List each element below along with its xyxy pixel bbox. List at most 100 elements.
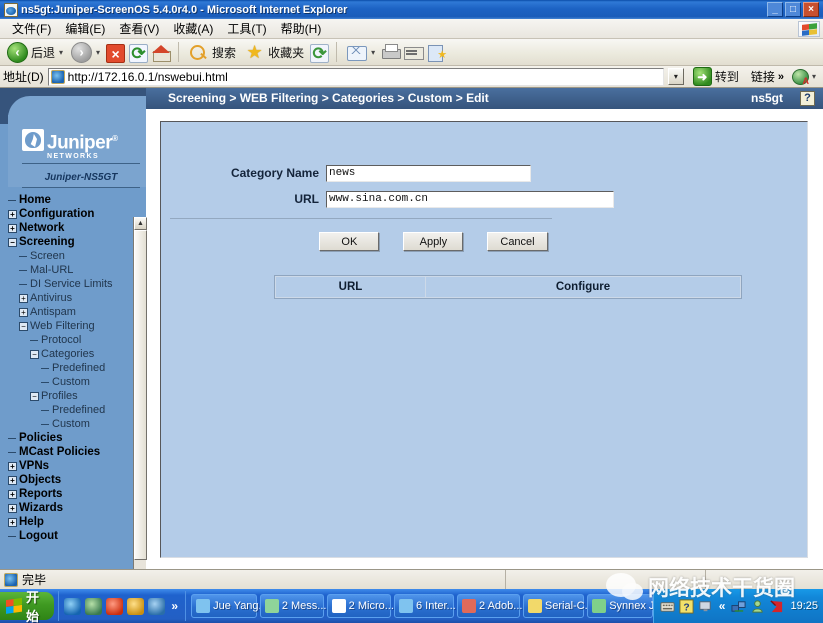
sidebar-item-wizards[interactable]: + Wizards <box>8 501 133 515</box>
tree-expand-icon[interactable]: + <box>8 475 17 485</box>
tray-antivirus-icon[interactable] <box>769 599 784 614</box>
minimize-button[interactable]: _ <box>767 2 783 17</box>
close-button[interactable]: × <box>803 2 819 17</box>
sidebar-item-predefined[interactable]: Predefined <box>8 403 133 417</box>
go-button[interactable]: ➜ 转到 <box>689 67 743 86</box>
forward-button[interactable]: › ▾ <box>68 41 103 64</box>
menu-item-favorites[interactable]: 收藏(A) <box>166 18 220 39</box>
sidebar-item-network[interactable]: + Network <box>8 221 133 235</box>
forward-dropdown-caret[interactable]: ▾ <box>96 48 100 57</box>
sidebar-item-configuration[interactable]: + Configuration <box>8 207 133 221</box>
quicklaunch-overflow-chevron[interactable]: » <box>169 599 180 613</box>
menu-item-file[interactable]: 文件(F) <box>5 18 58 39</box>
sidebar-item-screen[interactable]: Screen <box>8 249 133 263</box>
sidebar-item-categories[interactable]: − Categories <box>8 347 133 361</box>
mail-dropdown-caret[interactable]: ▾ <box>371 48 375 57</box>
menu-item-view[interactable]: 查看(V) <box>112 18 166 39</box>
sidebar-item-profiles[interactable]: − Profiles <box>8 389 133 403</box>
home-icon[interactable] <box>151 42 172 62</box>
tree-expand-icon[interactable]: + <box>19 307 28 317</box>
tray-network-icon[interactable] <box>731 599 746 614</box>
favorites-button[interactable]: 收藏夹 <box>241 41 307 64</box>
tray-keyboard-icon[interactable] <box>660 599 675 614</box>
url-input[interactable]: www.sina.com.cn <box>326 190 614 208</box>
sidebar-item-home[interactable]: Home <box>8 193 133 207</box>
tray-overflow-chevron[interactable]: « <box>717 599 728 613</box>
apply-button[interactable]: Apply <box>403 232 464 251</box>
taskbar-item[interactable]: 2 Mess...▾ <box>259 594 334 618</box>
history-icon[interactable] <box>309 42 330 63</box>
ok-button[interactable]: OK <box>319 232 380 251</box>
sidebar-item-logout[interactable]: Logout <box>8 529 133 543</box>
mail-button[interactable]: ▾ <box>343 41 378 64</box>
address-dropdown-button[interactable]: ▾ <box>667 68 684 85</box>
tray-clock[interactable]: 19:25 <box>790 600 818 612</box>
sidebar-item-protocol[interactable]: Protocol <box>8 333 133 347</box>
sidebar-item-reports[interactable]: + Reports <box>8 487 133 501</box>
sidebar-item-custom[interactable]: Custom <box>8 375 133 389</box>
tree-expand-icon[interactable]: + <box>19 293 28 303</box>
help-button[interactable]: ? <box>800 91 815 106</box>
address-input[interactable]: http://172.16.0.1/nswebui.html <box>47 67 664 86</box>
menu-item-help[interactable]: 帮助(H) <box>274 18 329 39</box>
tray-display-icon[interactable] <box>698 599 713 614</box>
edit-icon[interactable] <box>403 42 425 62</box>
sidebar-item-policies[interactable]: Policies <box>8 431 133 445</box>
tree-collapse-icon[interactable]: − <box>19 321 28 331</box>
taskbar-item[interactable]: Jue Yang... <box>191 594 268 618</box>
tree-collapse-icon[interactable]: − <box>30 391 39 401</box>
sidebar-item-help[interactable]: + Help <box>8 515 133 529</box>
refresh-icon[interactable] <box>128 42 149 63</box>
sidebar-item-antispam[interactable]: + Antispam <box>8 305 133 319</box>
sidebar-item-di-service-limits[interactable]: DI Service Limits <box>8 277 133 291</box>
quicklaunch-internet-explorer-icon[interactable] <box>64 597 82 615</box>
taskbar-item[interactable]: 2 Micro...▾ <box>326 594 401 618</box>
messenger-caret[interactable]: ▾ <box>812 72 816 81</box>
back-dropdown-caret[interactable]: ▾ <box>59 48 63 57</box>
menu-item-edit[interactable]: 编辑(E) <box>58 18 112 39</box>
menu-item-tools[interactable]: 工具(T) <box>220 18 273 39</box>
sidebar-item-vpns[interactable]: + VPNs <box>8 459 133 473</box>
messenger-button[interactable]: ▾ <box>791 68 820 86</box>
sidebar-item-mcast-policies[interactable]: MCast Policies <box>8 445 133 459</box>
back-button[interactable]: ‹ 后退 ▾ <box>4 41 66 64</box>
sidebar-item-custom[interactable]: Custom <box>8 417 133 431</box>
tree-collapse-icon[interactable]: − <box>30 349 39 359</box>
sidebar-item-mal-url[interactable]: Mal-URL <box>8 263 133 277</box>
tree-collapse-icon[interactable]: − <box>8 237 17 247</box>
taskbar-item[interactable]: 6 Inter...▾ <box>393 594 463 618</box>
sidebar-item-objects[interactable]: + Objects <box>8 473 133 487</box>
scroll-up-button[interactable]: ▲ <box>134 217 147 230</box>
tray-help-icon[interactable]: ? <box>679 598 694 614</box>
sidebar-item-screening[interactable]: − Screening <box>8 235 133 249</box>
scroll-thumb[interactable] <box>134 230 147 560</box>
sidebar-item-web-filtering[interactable]: − Web Filtering <box>8 319 133 333</box>
sidebar-scrollbar[interactable]: ▲ ▼ <box>133 217 147 569</box>
taskbar-item[interactable]: 2 Adob...▾ <box>457 594 530 618</box>
tree-expand-icon[interactable]: + <box>8 223 17 233</box>
start-button[interactable]: 开始 <box>0 590 55 623</box>
quicklaunch-media-icon[interactable] <box>106 597 124 615</box>
stop-icon[interactable] <box>105 42 126 63</box>
cancel-button[interactable]: Cancel <box>487 232 548 251</box>
windows-taskbar: 开始 » Jue Yang...2 Mess...▾2 Micro...▾6 I… <box>0 589 823 623</box>
taskbar-item[interactable]: Synnex J... <box>587 594 653 618</box>
taskbar-item[interactable]: Serial-C... <box>522 594 594 618</box>
tray-volume-icon[interactable] <box>750 599 765 614</box>
sidebar-item-antivirus[interactable]: + Antivirus <box>8 291 133 305</box>
quicklaunch-outlook-icon[interactable] <box>148 597 166 615</box>
quicklaunch-messenger-icon[interactable] <box>85 597 103 615</box>
links-button[interactable]: 链接 » <box>747 68 788 85</box>
tree-expand-icon[interactable]: + <box>8 209 17 219</box>
sidebar-item-predefined[interactable]: Predefined <box>8 361 133 375</box>
search-button[interactable]: 搜索 <box>185 41 239 64</box>
quicklaunch-desktop-icon[interactable] <box>127 597 145 615</box>
print-icon[interactable] <box>380 42 402 62</box>
tree-expand-icon[interactable]: + <box>8 517 17 527</box>
tree-expand-icon[interactable]: + <box>8 461 17 471</box>
discuss-icon[interactable] <box>426 42 447 62</box>
tree-expand-icon[interactable]: + <box>8 489 17 499</box>
tree-expand-icon[interactable]: + <box>8 503 17 513</box>
category-name-input[interactable]: news <box>326 164 531 182</box>
maximize-button[interactable]: □ <box>785 2 801 17</box>
